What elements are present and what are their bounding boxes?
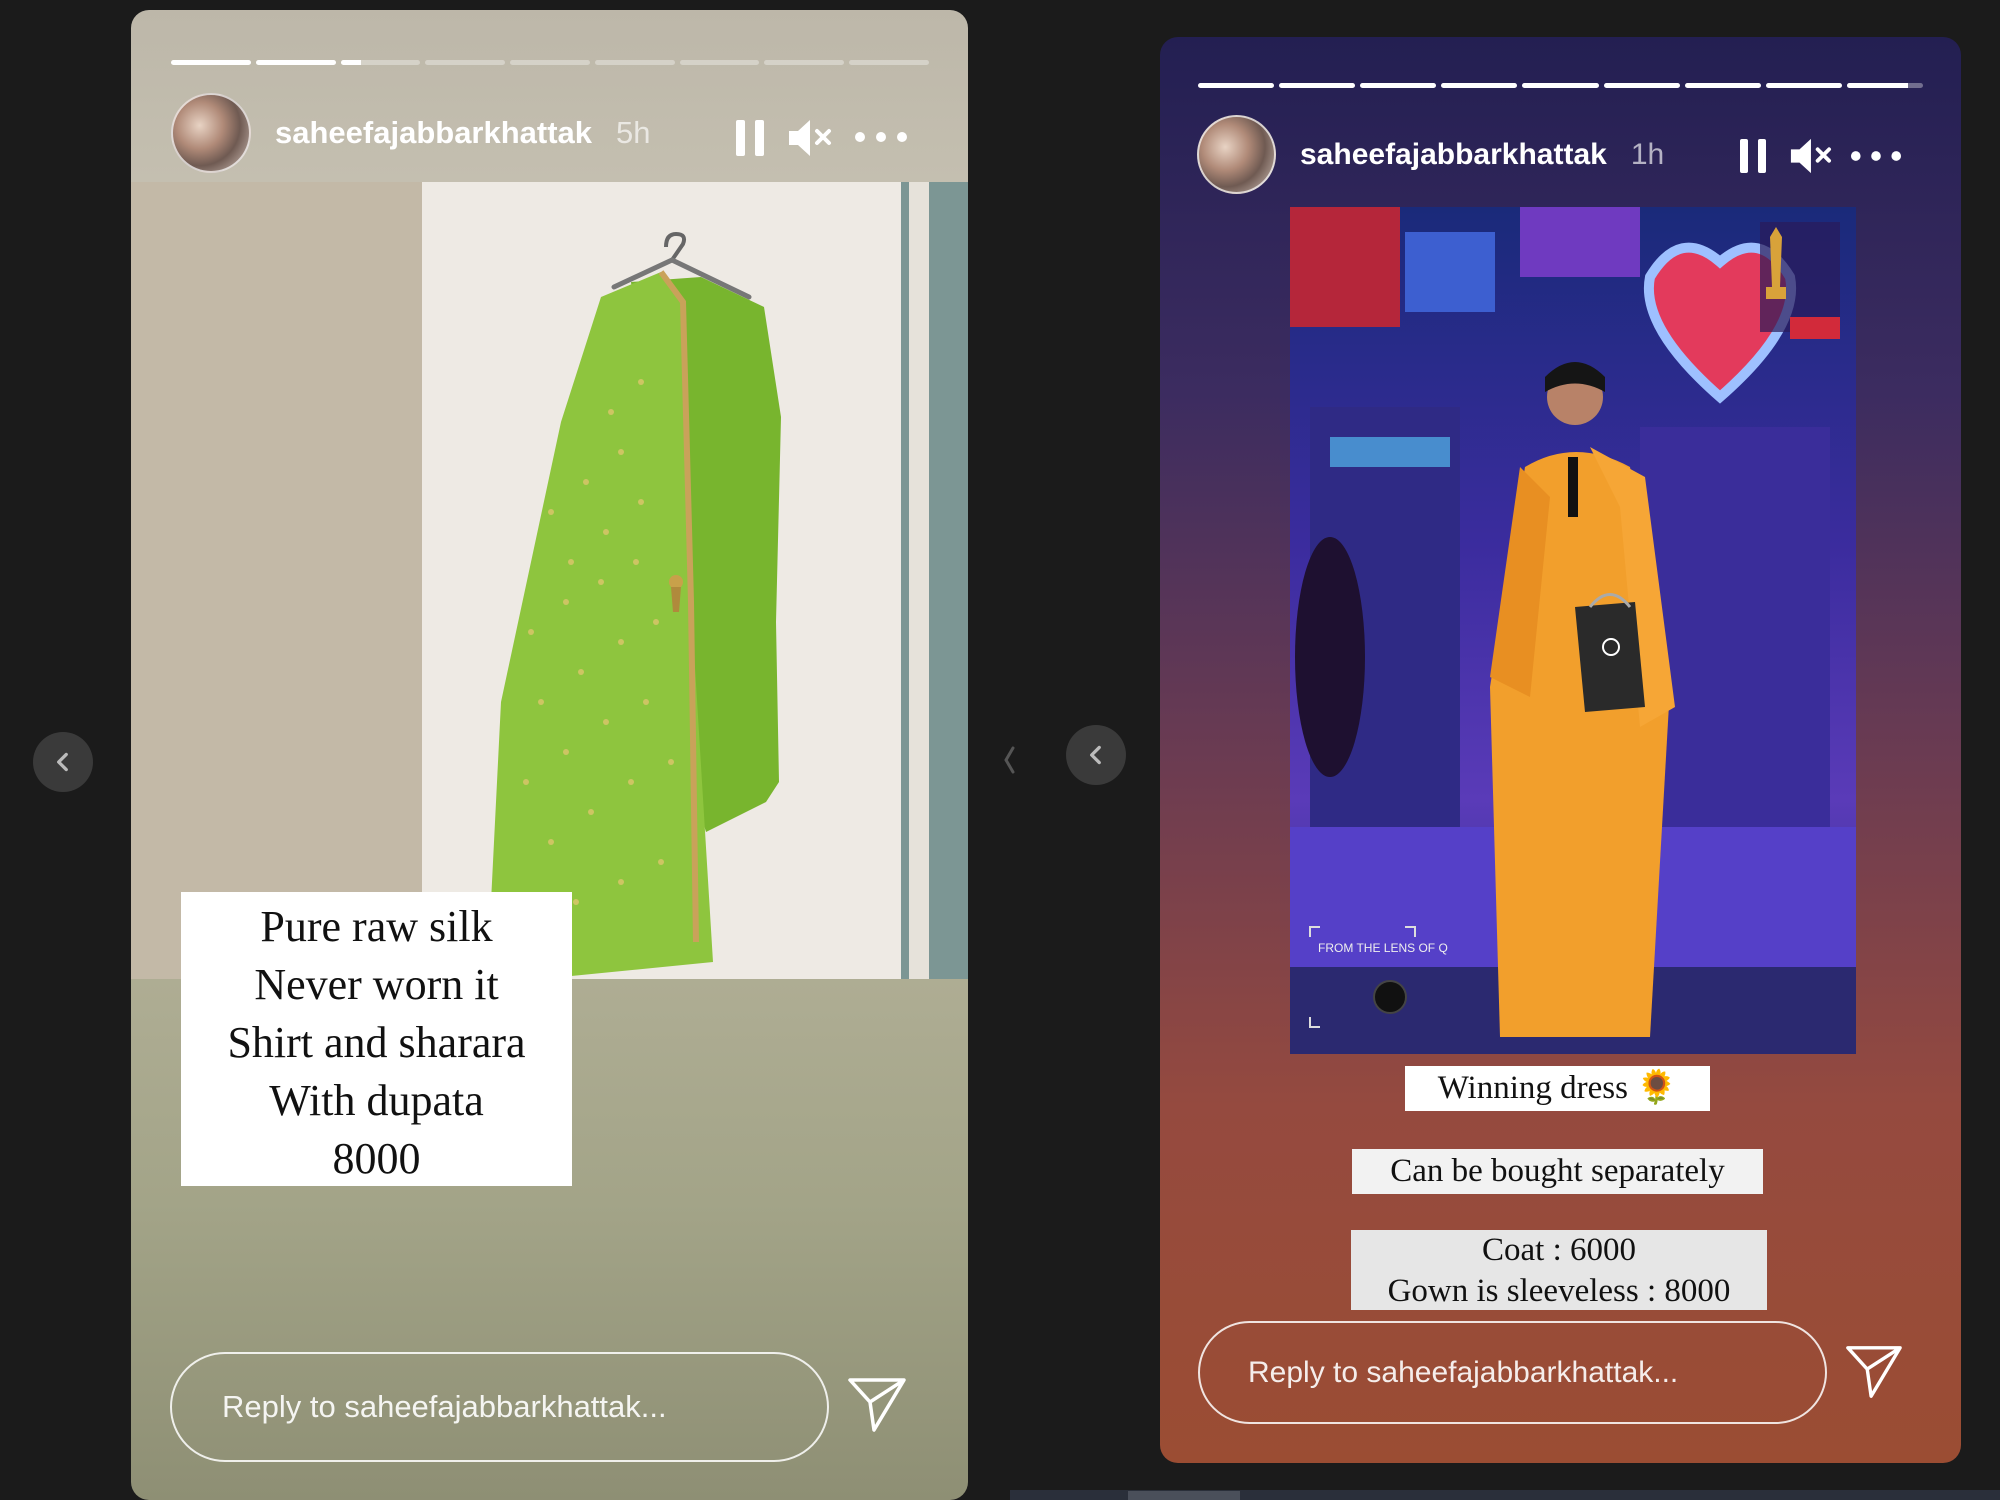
story-photo (131, 182, 968, 979)
caption-line: Shirt and sharara (227, 1018, 526, 1067)
chevron-left-icon (1090, 745, 1101, 765)
story-header: saheefajabbarkhattak 1h (1197, 115, 1664, 194)
paper-plane-icon[interactable] (846, 1374, 908, 1436)
caption-line: With dupata (269, 1076, 484, 1125)
reply-placeholder: Reply to saheefajabbarkhattak... (222, 1389, 667, 1424)
story-photo: FROM THE LENS OF Q (1290, 207, 1856, 1054)
reply-input[interactable]: Reply to saheefajabbarkhattak... (1198, 1321, 1827, 1424)
caption-price-gown: Gown is sleeveless : 8000 (1387, 1273, 1731, 1309)
timestamp: 1h (1630, 137, 1665, 171)
paper-plane-icon[interactable] (1844, 1342, 1904, 1402)
more-options-icon[interactable] (854, 130, 908, 144)
scrollbar-thumb[interactable] (1128, 1491, 1240, 1500)
caption-price-coat: Coat : 6000 (1482, 1232, 1636, 1268)
story-progress-bar (1198, 83, 1923, 88)
muted-speaker-icon[interactable] (1788, 135, 1832, 177)
caption-price: 8000 (332, 1134, 421, 1183)
pause-icon[interactable] (733, 118, 767, 158)
avatar[interactable] (171, 93, 251, 173)
chevron-left-icon (57, 752, 68, 772)
chevron-left-icon (1004, 746, 1015, 774)
story-progress-bar (171, 60, 930, 65)
hanging-outfit-image (131, 182, 968, 979)
caption-prices: Coat : 6000 Gown is sleeveless : 8000 (1351, 1230, 1767, 1310)
story-header: saheefajabbarkhattak 5h (171, 93, 651, 173)
muted-speaker-icon[interactable] (786, 116, 832, 160)
avatar[interactable] (1197, 115, 1276, 194)
pause-icon[interactable] (1737, 137, 1769, 175)
caption-separately: Can be bought separately (1352, 1149, 1763, 1194)
more-options-icon[interactable] (1850, 149, 1902, 163)
reply-placeholder: Reply to saheefajabbarkhattak... (1248, 1355, 1679, 1389)
caption-line: Pure raw silk (260, 902, 493, 951)
username[interactable]: saheefajabbarkhattak (1300, 138, 1607, 172)
caption-winning-text: Winning dress 🌻 (1437, 1070, 1678, 1106)
caption-winning: Winning dress 🌻 (1405, 1066, 1710, 1111)
caption-line: Never worn it (254, 960, 499, 1009)
watermark-text: FROM THE LENS OF Q (1318, 941, 1448, 955)
caption-box: Pure raw silk Never worn it Shirt and sh… (181, 892, 572, 1186)
story-card-2[interactable]: saheefajabbarkhattak 1h FROM THE LENS OF… (1160, 37, 1961, 1463)
award-stage-image: FROM THE LENS OF Q (1290, 207, 1856, 1054)
previous-story-button[interactable] (33, 732, 93, 792)
username[interactable]: saheefajabbarkhattak (275, 115, 592, 151)
story-card-1[interactable]: saheefajabbarkhattak 5h Pure raw silk Ne… (131, 10, 968, 1500)
reply-input[interactable]: Reply to saheefajabbarkhattak... (170, 1352, 829, 1462)
timestamp: 5h (616, 115, 651, 150)
previous-story-button[interactable] (1066, 725, 1126, 785)
caption-separately-text: Can be bought separately (1390, 1153, 1725, 1189)
